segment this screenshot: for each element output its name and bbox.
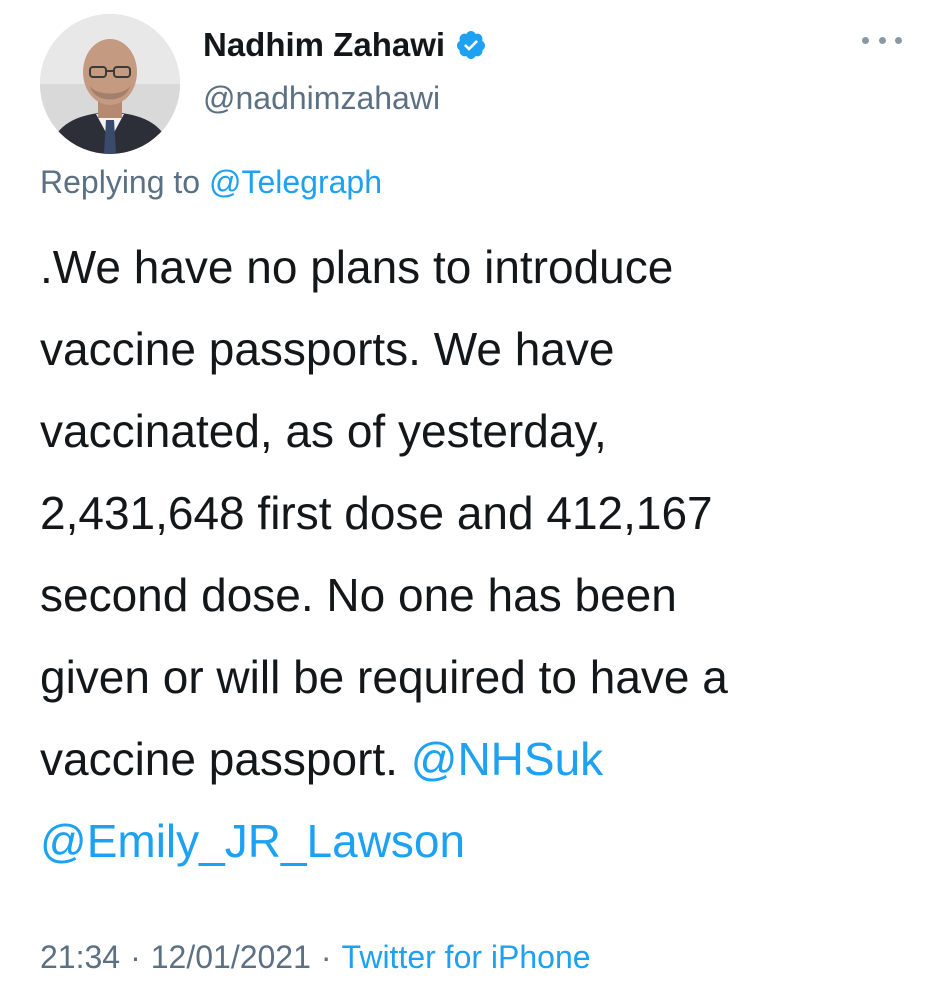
author-handle[interactable]: @nadhimzahawi xyxy=(203,82,440,114)
meta-separator: · xyxy=(130,939,141,975)
tweet-line-mention: @Emily_JR_Lawson xyxy=(40,800,920,882)
avatar[interactable] xyxy=(40,14,180,154)
tweet-date[interactable]: 12/01/2021 xyxy=(151,939,311,975)
verified-badge-icon xyxy=(455,29,487,61)
tweet-line: vaccinated, as of yesterday, xyxy=(40,405,607,457)
tweet-line: given or will be required to have a xyxy=(40,651,728,703)
tweet-line: 2,431,648 first dose and 412,167 xyxy=(40,487,713,539)
display-name[interactable]: Nadhim Zahawi xyxy=(203,28,445,61)
replying-to: Replying to @Telegraph xyxy=(40,163,382,201)
tweet-line: vaccine passports. We have xyxy=(40,323,615,375)
tweet-time[interactable]: 21:34 xyxy=(40,939,120,975)
author-name-row[interactable]: Nadhim Zahawi xyxy=(203,28,487,61)
tweet-source-link[interactable]: Twitter for iPhone xyxy=(342,939,591,975)
tweet-line-text: vaccine passport. xyxy=(40,733,398,785)
tweet-meta: 21:34 · 12/01/2021 · Twitter for iPhone xyxy=(40,938,591,976)
tweet-text: .We have no plans to introduce vaccine p… xyxy=(40,226,920,882)
meta-separator: · xyxy=(320,939,332,975)
tweet-line: .We have no plans to introduce xyxy=(40,241,674,293)
mention-emily-link[interactable]: @Emily_JR_Lawson xyxy=(40,815,465,867)
reply-target-link[interactable]: @Telegraph xyxy=(209,164,382,200)
tweet-line: second dose. No one has been xyxy=(40,569,677,621)
tweet: Nadhim Zahawi @nadhimzahawi Replying to … xyxy=(0,0,946,1006)
more-dot xyxy=(878,36,886,44)
tweet-line-last: vaccine passport. @NHSuk xyxy=(40,718,920,800)
mention-nhsuk-link[interactable]: @NHSuk xyxy=(411,733,603,785)
replying-to-label: Replying to xyxy=(40,164,201,200)
avatar-photo xyxy=(40,14,180,154)
more-options-icon[interactable] xyxy=(862,30,902,50)
more-dot xyxy=(862,36,869,44)
more-dot xyxy=(895,36,902,44)
